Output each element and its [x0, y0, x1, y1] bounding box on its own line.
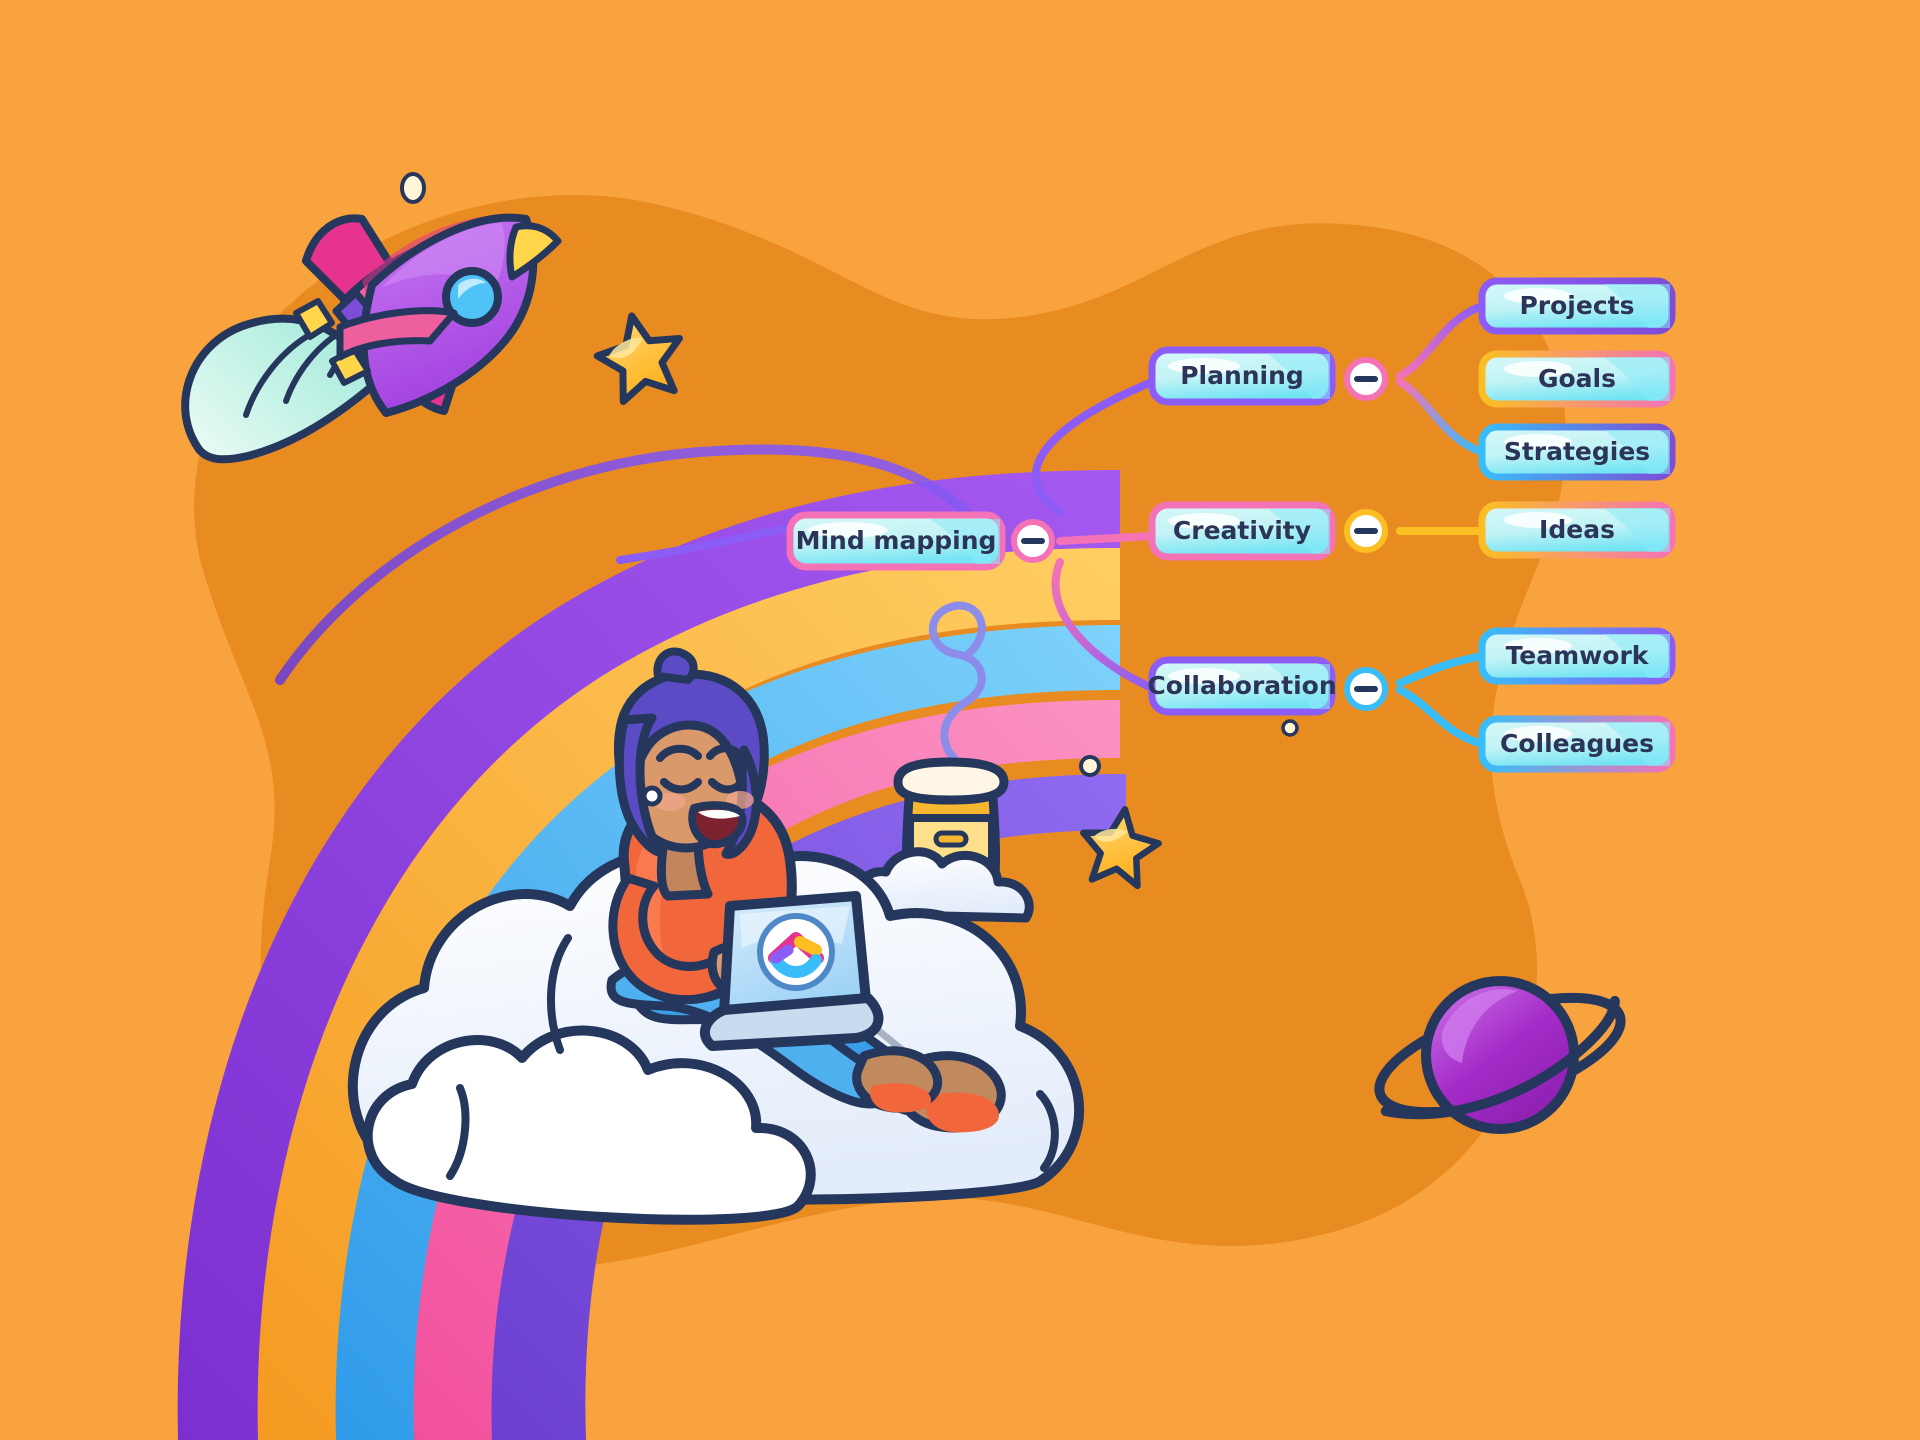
node-teamwork[interactable]: Teamwork	[1478, 627, 1676, 685]
toggle-creativity[interactable]	[1344, 509, 1388, 553]
node-projects[interactable]: Projects	[1478, 277, 1676, 335]
node-colleagues[interactable]: Colleagues	[1478, 715, 1676, 773]
node-mind-mapping[interactable]: Mind mapping	[786, 511, 1006, 571]
node-label: Colleagues	[1500, 729, 1654, 758]
node-ideas[interactable]: Ideas	[1478, 501, 1676, 559]
toggle-mind-mapping[interactable]	[1011, 519, 1055, 563]
toggle-collaboration[interactable]	[1344, 667, 1388, 711]
node-label: Goals	[1538, 364, 1616, 393]
node-creativity[interactable]: Creativity	[1148, 501, 1336, 561]
node-label: Teamwork	[1506, 641, 1650, 670]
toggle-planning[interactable]	[1344, 357, 1388, 401]
node-label: Strategies	[1504, 437, 1650, 466]
edge-root-to-creativity	[1056, 532, 1156, 545]
node-strategies[interactable]: Strategies	[1478, 423, 1676, 481]
node-label: Mind mapping	[796, 526, 997, 555]
node-label: Projects	[1519, 291, 1634, 320]
mindmap-illustration: Mind mapping Planning Projects Goals Str…	[0, 0, 1920, 1440]
node-collaboration[interactable]: Collaboration	[1147, 656, 1337, 716]
laptop	[699, 891, 884, 1051]
node-planning[interactable]: Planning	[1148, 346, 1336, 406]
node-label: Ideas	[1539, 515, 1615, 544]
illustration-canvas: Mind mapping Planning Projects Goals Str…	[0, 0, 1920, 1440]
node-label: Planning	[1180, 361, 1304, 390]
node-goals[interactable]: Goals	[1478, 350, 1676, 408]
node-label: Creativity	[1173, 516, 1311, 545]
node-label: Collaboration	[1147, 671, 1336, 700]
clickup-logo-icon	[757, 913, 835, 991]
